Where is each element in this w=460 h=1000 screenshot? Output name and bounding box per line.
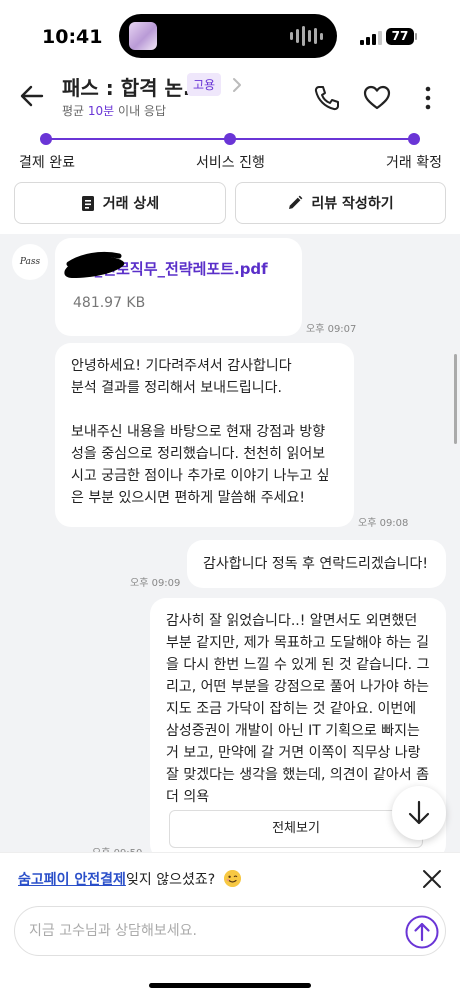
message-line: 시고 궁금한 점이나 추가로 이야기 나누고 싶	[71, 468, 330, 484]
message-line: 은 부분 있으시면 편하게 말씀해 주세요!	[71, 490, 305, 506]
step-label-confirm: 거래 확정	[386, 155, 442, 171]
close-icon[interactable]	[420, 867, 444, 891]
dynamic-island	[119, 14, 337, 58]
send-icon[interactable]	[405, 915, 439, 949]
message-line: 감사히 잘 읽었습니다..! 알면서도 외면했던	[166, 613, 418, 629]
response-time-subtitle: 평균 10분 이내 응답	[62, 102, 166, 119]
message-line: 감사합니다 정독 후 연락드리겠습니다!	[203, 556, 429, 572]
chat-header: 패스 : 합격 논... 고용 평균 10분 이내 응답	[0, 62, 460, 122]
pencil-icon	[289, 195, 303, 209]
now-playing-thumbnail	[129, 22, 157, 50]
message-line: 리고, 어떤 부분을 강점으로 풀어 나가야 하는	[166, 679, 429, 695]
more-vertical-icon[interactable]	[418, 84, 438, 112]
hire-badge: 고용	[187, 73, 222, 96]
safe-payment-banner: 숨고페이 안전결제 잊지 않으셨죠?	[0, 852, 460, 904]
receipt-icon	[81, 195, 94, 211]
subtitle-value: 10분	[87, 104, 115, 118]
battery-icon: 77	[386, 28, 414, 45]
progress-dot-service	[224, 133, 236, 145]
message-input[interactable]	[29, 919, 389, 943]
phone-icon[interactable]	[313, 84, 341, 112]
message-line: 거 보고, 만약에 갈 거면 이쪽이 직무상 나랑	[166, 745, 421, 761]
message-line: 부분 같지만, 제가 목표하고 도달해야 하는 길	[166, 635, 429, 651]
deal-detail-button[interactable]: 거래 상세	[14, 182, 226, 224]
my-message-bubble: 감사합니다 정독 후 연락드리겠습니다!	[187, 540, 446, 588]
audio-wave-icon	[290, 26, 323, 46]
message-line: 성을 중심으로 정리했습니다. 천천히 읽어보	[71, 446, 326, 462]
status-bar: 10:41 77	[0, 0, 460, 58]
arrow-down-icon	[408, 800, 430, 825]
page-title[interactable]: 패스 : 합격 논...	[62, 72, 206, 101]
subtitle-suffix: 이내 응답	[114, 104, 167, 118]
expert-avatar[interactable]: Pass	[12, 244, 48, 280]
back-arrow-icon[interactable]	[18, 82, 46, 110]
message-line: 삼성증권이 개발이 아닌 IT 기획으로 빠지는	[166, 723, 420, 739]
progress-dot-confirm	[408, 133, 420, 145]
message-line: 잘 맞겠다는 생각을 했는데, 의견이 같아서 좀	[166, 767, 429, 783]
banner-text: 잊지 않으셨죠?	[126, 872, 216, 888]
file-size: 481.97 KB	[73, 295, 146, 311]
wink-face-icon	[224, 870, 241, 887]
write-review-button[interactable]: 리뷰 작성하기	[235, 182, 446, 224]
status-time: 10:41	[42, 26, 103, 48]
redaction-scribble	[64, 251, 125, 278]
progress-dot-payment	[40, 133, 52, 145]
step-label-payment: 결제 완료	[19, 155, 75, 171]
write-review-label: 리뷰 작성하기	[311, 196, 394, 212]
home-indicator[interactable]	[149, 983, 311, 988]
safe-payment-link[interactable]: 숨고페이 안전결제	[18, 869, 126, 889]
message-line: 분석 결과를 정리해서 보내드립니다.	[71, 380, 282, 396]
step-label-service: 서비스 진행	[196, 155, 265, 171]
subtitle-prefix: 평균	[62, 104, 88, 118]
message-line: 보내주신 내용을 바탕으로 현재 강점과 방향	[71, 424, 326, 440]
heart-icon[interactable]	[363, 84, 391, 112]
message-line: 지도 조금 가닥이 잡히는 것 같아요. 이번에	[166, 701, 417, 717]
signal-icon	[360, 31, 382, 45]
message-time: 오후 09:50	[92, 844, 142, 852]
view-all-button[interactable]: 전체보기	[169, 810, 423, 848]
battery-tip	[415, 33, 417, 40]
file-message-bubble[interactable]: 님_진로직무_전략레포트.pdf 481.97 KB	[55, 238, 302, 336]
deal-progress: 결제 완료 서비스 진행 거래 확정	[0, 128, 460, 174]
message-time: 오후 09:08	[358, 518, 409, 529]
chat-area[interactable]: Pass 님_진로직무_전략레포트.pdf 481.97 KB 오후 09:07…	[0, 234, 460, 852]
message-line: 을 다시 한번 느낄 수 있게 된 것 같습니다. 그	[166, 657, 430, 673]
scroll-to-bottom-button[interactable]	[392, 786, 446, 840]
message-line: 안녕하세요! 기다려주셔서 감사합니다	[71, 358, 292, 374]
message-time: 오후 09:07	[306, 324, 357, 335]
message-line: 더 의욕	[166, 789, 210, 805]
message-input-bar	[14, 906, 446, 956]
message-line	[71, 399, 338, 421]
message-time: 오후 09:09	[130, 578, 181, 589]
scrollbar[interactable]	[454, 354, 457, 444]
chevron-right-icon[interactable]	[230, 76, 244, 94]
expert-message-bubble: 안녕하세요! 기다려주셔서 감사합니다 분석 결과를 정리해서 보내드립니다. …	[55, 343, 354, 527]
deal-detail-label: 거래 상세	[102, 196, 160, 212]
